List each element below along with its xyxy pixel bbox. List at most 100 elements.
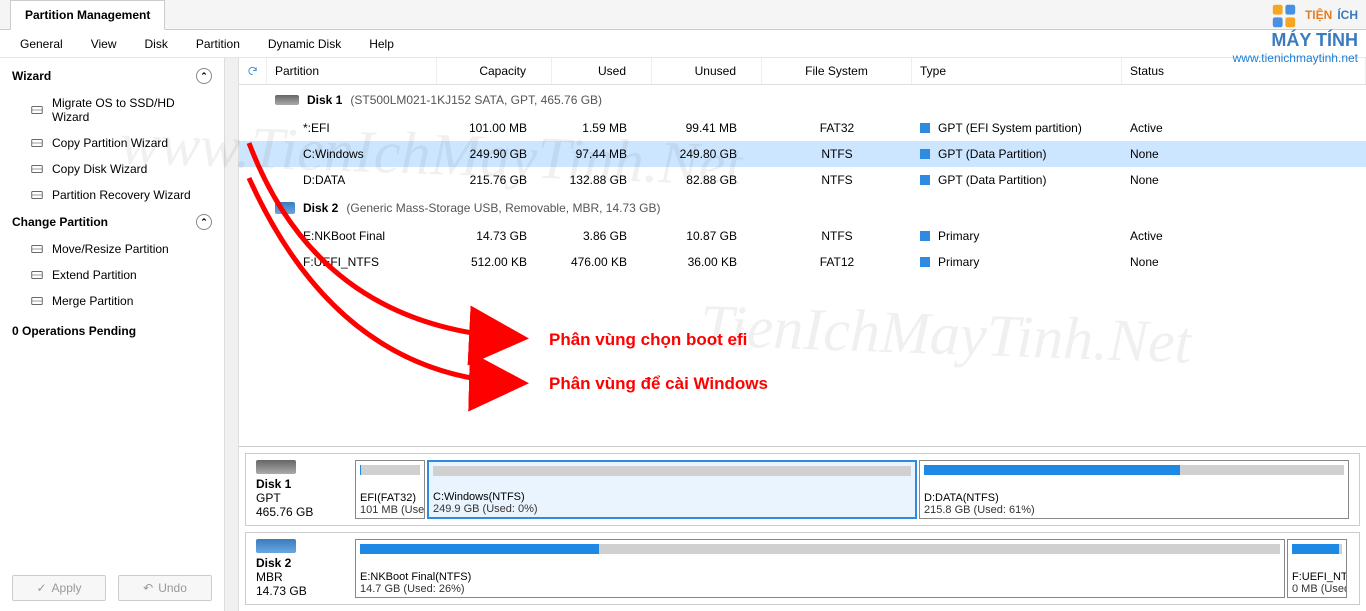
cell-filesystem: NTFS [762, 173, 912, 187]
sidebar-item-label: Copy Partition Wizard [52, 136, 168, 150]
sidebar-item-label: Migrate OS to SSD/HD Wizard [52, 96, 212, 124]
cell-capacity: 215.76 GB [437, 173, 552, 187]
cell-type: Primary [912, 229, 1122, 243]
diskmap-info[interactable]: Disk 2MBR14.73 GB [252, 539, 347, 598]
refresh-icon[interactable] [239, 58, 267, 84]
menu-partition[interactable]: Partition [184, 33, 252, 55]
sidebar-item-change-0[interactable]: Move/Resize Partition [0, 236, 224, 262]
menu-disk[interactable]: Disk [133, 33, 180, 55]
chevron-up-icon[interactable]: ⌃ [196, 68, 212, 84]
menubar: GeneralViewDiskPartitionDynamic DiskHelp [0, 30, 1366, 58]
cell-unused: 249.80 GB [652, 147, 762, 161]
diskmap-partition[interactable]: D:DATA(NTFS)215.8 GB (Used: 61%) [919, 460, 1349, 519]
cell-used: 132.88 GB [552, 173, 652, 187]
type-color-icon [920, 123, 930, 133]
disk-icon [275, 95, 299, 105]
diskmap: Disk 2MBR14.73 GB E:NKBoot Final(NTFS)14… [245, 532, 1360, 605]
disk-header[interactable]: Disk 1 (ST500LM021-1KJ152 SATA, GPT, 465… [239, 85, 1366, 115]
sidebar-item-wizard-0[interactable]: Migrate OS to SSD/HD Wizard [0, 90, 224, 130]
diskmap-info[interactable]: Disk 1GPT465.76 GB [252, 460, 347, 519]
disk-header[interactable]: Disk 2 (Generic Mass-Storage USB, Remova… [239, 193, 1366, 223]
tab-partition-management[interactable]: Partition Management [10, 0, 165, 30]
cell-filesystem: NTFS [762, 147, 912, 161]
cell-unused: 82.88 GB [652, 173, 762, 187]
cell-capacity: 512.00 KB [437, 255, 552, 269]
annotation-2: Phân vùng để cài Windows [549, 374, 768, 394]
sidebar-item-change-1[interactable]: Extend Partition [0, 262, 224, 288]
cell-used: 97.44 MB [552, 147, 652, 161]
cell-type: Primary [912, 255, 1122, 269]
cell-status: None [1122, 255, 1366, 269]
sidebar-section-wizard[interactable]: Wizard ⌃ [0, 62, 224, 90]
col-unused[interactable]: Unused [652, 58, 762, 84]
chevron-up-icon[interactable]: ⌃ [196, 214, 212, 230]
diskmap-partition[interactable]: C:Windows(NTFS)249.9 GB (Used: 0%) [427, 460, 917, 519]
col-partition[interactable]: Partition [267, 58, 437, 84]
partition-icon [30, 268, 44, 282]
cell-unused: 99.41 MB [652, 121, 762, 135]
operations-pending: 0 Operations Pending [0, 314, 224, 348]
diskmap-partition[interactable]: F:UEFI_NTFS(0 MB (Used: [1287, 539, 1347, 598]
sidebar-section-change[interactable]: Change Partition ⌃ [0, 208, 224, 236]
table-header: Partition Capacity Used Unused File Syst… [239, 58, 1366, 85]
table-row[interactable]: D:DATA 215.76 GB 132.88 GB 82.88 GB NTFS… [239, 167, 1366, 193]
cell-type: GPT (Data Partition) [912, 173, 1122, 187]
sidebar-wizard-label: Wizard [12, 69, 51, 83]
type-color-icon [920, 257, 930, 267]
wizard-icon [30, 162, 44, 176]
watermark-logo: TIỆN ÍCH MÁY TÍNH www.tienichmaytinh.net [1233, 2, 1358, 65]
cell-status: None [1122, 147, 1366, 161]
partition-icon [30, 294, 44, 308]
type-color-icon [920, 175, 930, 185]
disk-icon [275, 202, 295, 214]
sidebar-change-label: Change Partition [12, 215, 108, 229]
sidebar-item-wizard-2[interactable]: Copy Disk Wizard [0, 156, 224, 182]
col-type[interactable]: Type [912, 58, 1122, 84]
menu-dynamic-disk[interactable]: Dynamic Disk [256, 33, 353, 55]
cell-partition: D:DATA [267, 173, 437, 187]
cell-filesystem: NTFS [762, 229, 912, 243]
sidebar-item-wizard-1[interactable]: Copy Partition Wizard [0, 130, 224, 156]
sidebar-item-label: Partition Recovery Wizard [52, 188, 191, 202]
sidebar: Wizard ⌃ Migrate OS to SSD/HD Wizard Copy… [0, 58, 225, 611]
table-row[interactable]: *:EFI 101.00 MB 1.59 MB 99.41 MB FAT32 G… [239, 115, 1366, 141]
diskmap-partition[interactable]: EFI(FAT32)101 MB (Used [355, 460, 425, 519]
partition-icon [30, 242, 44, 256]
undo-button[interactable]: ↶ Undo [118, 575, 212, 601]
diskmap-partition[interactable]: E:NKBoot Final(NTFS)14.7 GB (Used: 26%) [355, 539, 1285, 598]
table-row[interactable]: E:NKBoot Final 14.73 GB 3.86 GB 10.87 GB… [239, 223, 1366, 249]
menu-general[interactable]: General [8, 33, 75, 55]
col-filesystem[interactable]: File System [762, 58, 912, 84]
cell-partition: *:EFI [267, 121, 437, 135]
col-capacity[interactable]: Capacity [437, 58, 552, 84]
col-used[interactable]: Used [552, 58, 652, 84]
diskmap: Disk 1GPT465.76 GB EFI(FAT32)101 MB (Use… [245, 453, 1360, 526]
cell-capacity: 14.73 GB [437, 229, 552, 243]
cell-used: 476.00 KB [552, 255, 652, 269]
menu-view[interactable]: View [79, 33, 129, 55]
sidebar-item-label: Move/Resize Partition [52, 242, 169, 256]
table-row[interactable]: F:UEFI_NTFS 512.00 KB 476.00 KB 36.00 KB… [239, 249, 1366, 275]
menu-help[interactable]: Help [357, 33, 406, 55]
cell-status: Active [1122, 121, 1366, 135]
wizard-icon [30, 188, 44, 202]
cell-status: None [1122, 173, 1366, 187]
disk-icon [256, 539, 296, 553]
cell-capacity: 101.00 MB [437, 121, 552, 135]
sidebar-item-change-2[interactable]: Merge Partition [0, 288, 224, 314]
table-row[interactable]: C:Windows 249.90 GB 97.44 MB 249.80 GB N… [239, 141, 1366, 167]
cell-used: 1.59 MB [552, 121, 652, 135]
cell-status: Active [1122, 229, 1366, 243]
cell-unused: 10.87 GB [652, 229, 762, 243]
cell-partition: C:Windows [267, 147, 437, 161]
sidebar-item-label: Extend Partition [52, 268, 137, 282]
annotation-1: Phân vùng chọn boot efi [549, 330, 747, 350]
cell-used: 3.86 GB [552, 229, 652, 243]
apply-button[interactable]: ✓ Apply [12, 575, 106, 601]
cell-unused: 36.00 KB [652, 255, 762, 269]
sidebar-item-wizard-3[interactable]: Partition Recovery Wizard [0, 182, 224, 208]
cell-capacity: 249.90 GB [437, 147, 552, 161]
cell-type: GPT (Data Partition) [912, 147, 1122, 161]
sidebar-item-label: Merge Partition [52, 294, 133, 308]
sidebar-scrollbar[interactable] [225, 58, 239, 611]
